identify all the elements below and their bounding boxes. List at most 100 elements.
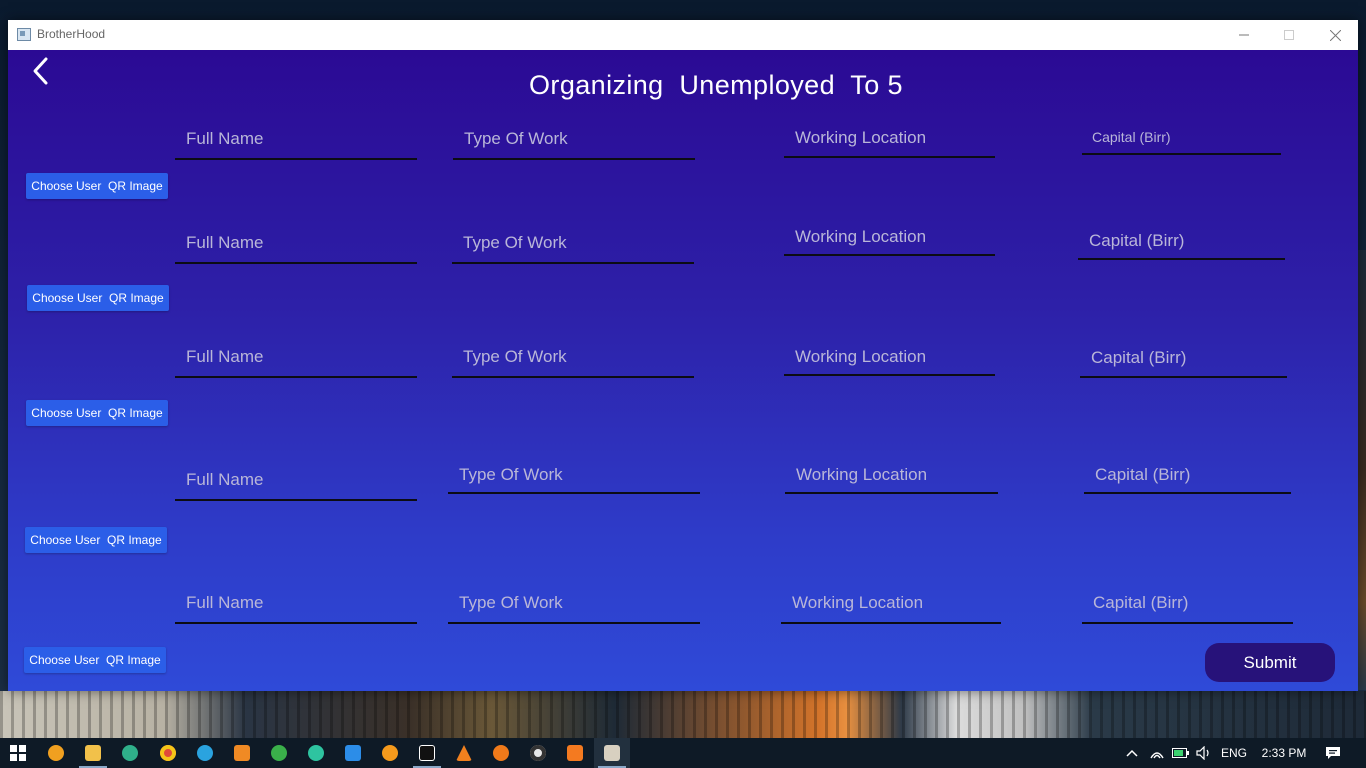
battery-icon (1172, 748, 1189, 758)
capital-field-4[interactable] (1084, 458, 1291, 494)
capital-field-3[interactable] (1080, 340, 1287, 378)
maximize-icon (1284, 30, 1294, 40)
blender-icon (382, 745, 398, 761)
taskbar-app-7[interactable] (261, 738, 297, 768)
choose-qr-button-1[interactable]: Choose User QR Image (26, 173, 168, 199)
working-location-field-3[interactable] (784, 340, 995, 376)
chatgpt-icon (308, 745, 324, 761)
full-name-field-2[interactable] (175, 224, 417, 264)
full-name-field-3[interactable] (175, 338, 417, 378)
choose-qr-button-3[interactable]: Choose User QR Image (26, 400, 168, 426)
submit-button[interactable]: Submit (1205, 643, 1335, 682)
working-location-input-1[interactable] (784, 120, 995, 156)
tray-overflow-button[interactable] (1122, 738, 1142, 768)
working-location-field-4[interactable] (785, 458, 998, 494)
telegram-icon (197, 745, 213, 761)
battery-button[interactable] (1170, 738, 1192, 768)
working-location-field-2[interactable] (784, 220, 995, 256)
network-button[interactable] (1146, 738, 1168, 768)
taskbar-app-12[interactable] (446, 738, 482, 768)
chrome-icon (160, 745, 176, 761)
full-name-field-4[interactable] (175, 461, 417, 501)
capital-input-4[interactable] (1084, 458, 1291, 492)
sublime-text-icon (234, 745, 250, 761)
maximize-button[interactable] (1266, 20, 1312, 50)
type-of-work-field-4[interactable] (448, 458, 700, 494)
type-of-work-input-2[interactable] (452, 224, 694, 262)
volume-icon (1196, 746, 1209, 760)
taskbar-app-3[interactable] (112, 738, 148, 768)
choose-qr-button-5[interactable]: Choose User QR Image (24, 647, 166, 673)
desktop-wallpaper-city (0, 691, 1366, 738)
type-of-work-field-5[interactable] (448, 584, 700, 624)
working-location-input-5[interactable] (781, 584, 1001, 622)
taskbar-app-14[interactable] (520, 738, 556, 768)
app-window: BrotherHood Organizing Unemployed To 5 F… (8, 20, 1358, 691)
taskbar-app-2[interactable] (75, 738, 111, 768)
vscode-icon (345, 745, 361, 761)
language-indicator[interactable]: ENG (1218, 738, 1250, 768)
type-of-work-input-3[interactable] (452, 338, 694, 376)
full-name-input-4[interactable] (175, 461, 417, 499)
taskbar-app-9[interactable] (335, 738, 371, 768)
volume-button[interactable] (1193, 738, 1215, 768)
window-title: BrotherHood (37, 27, 106, 41)
type-of-work-input-5[interactable] (448, 584, 700, 622)
full-name-field-1[interactable] (175, 120, 417, 160)
working-location-field-1[interactable] (784, 120, 995, 158)
chevron-up-icon (1126, 749, 1138, 757)
taskbar-app-8[interactable] (298, 738, 334, 768)
taskbar-app-15[interactable] (557, 738, 593, 768)
capital-input-2[interactable] (1078, 224, 1285, 258)
taskbar-app-10[interactable] (372, 738, 408, 768)
search-app-icon (493, 745, 509, 761)
close-button[interactable] (1312, 20, 1358, 50)
working-location-input-4[interactable] (785, 458, 998, 492)
chrome-canary-icon (48, 745, 64, 761)
desktop-wallpaper-edge (1358, 250, 1366, 690)
minimize-button[interactable] (1221, 20, 1267, 50)
app-icon (17, 28, 31, 41)
capital-field-5[interactable] (1082, 584, 1293, 624)
start-button[interactable] (0, 738, 36, 768)
close-icon (1329, 29, 1341, 41)
title-bar[interactable]: BrotherHood (8, 20, 1358, 50)
taskbar-app-5[interactable] (187, 738, 223, 768)
capital-field-1[interactable] (1082, 120, 1281, 155)
working-location-input-2[interactable] (784, 220, 995, 254)
working-location-input-3[interactable] (784, 340, 995, 374)
obs-icon (530, 745, 546, 761)
choose-qr-button-4[interactable]: Choose User QR Image (25, 527, 167, 553)
taskbar-app-16[interactable] (594, 738, 630, 768)
taskbar-app-13[interactable] (483, 738, 519, 768)
full-name-input-1[interactable] (175, 120, 417, 158)
taskbar: ENG 2:33 PM (0, 738, 1366, 768)
vlc-icon (456, 745, 472, 761)
full-name-input-2[interactable] (175, 224, 417, 262)
intellij-icon (419, 745, 435, 761)
taskbar-app-11[interactable] (409, 738, 445, 768)
taskbar-app-4[interactable] (150, 738, 186, 768)
capital-field-2[interactable] (1078, 224, 1285, 260)
type-of-work-input-4[interactable] (448, 458, 700, 492)
xampp-control-icon (567, 745, 583, 761)
type-of-work-input-1[interactable] (453, 120, 695, 158)
taskbar-app-1[interactable] (38, 738, 74, 768)
capital-input-1[interactable] (1082, 120, 1281, 153)
working-location-field-5[interactable] (781, 584, 1001, 624)
type-of-work-field-3[interactable] (452, 338, 694, 378)
capital-input-3[interactable] (1080, 340, 1287, 376)
minimize-icon (1239, 34, 1249, 36)
full-name-input-3[interactable] (175, 338, 417, 376)
page-title: Organizing Unemployed To 5 (529, 70, 903, 100)
wifi-icon (1150, 752, 1164, 759)
type-of-work-field-2[interactable] (452, 224, 694, 264)
capital-input-5[interactable] (1082, 584, 1293, 622)
notifications-button[interactable] (1318, 738, 1348, 768)
full-name-field-5[interactable] (175, 584, 417, 624)
clock[interactable]: 2:33 PM (1254, 738, 1314, 768)
full-name-input-5[interactable] (175, 584, 417, 622)
choose-qr-button-2[interactable]: Choose User QR Image (27, 285, 169, 311)
type-of-work-field-1[interactable] (453, 120, 695, 160)
taskbar-app-6[interactable] (224, 738, 260, 768)
